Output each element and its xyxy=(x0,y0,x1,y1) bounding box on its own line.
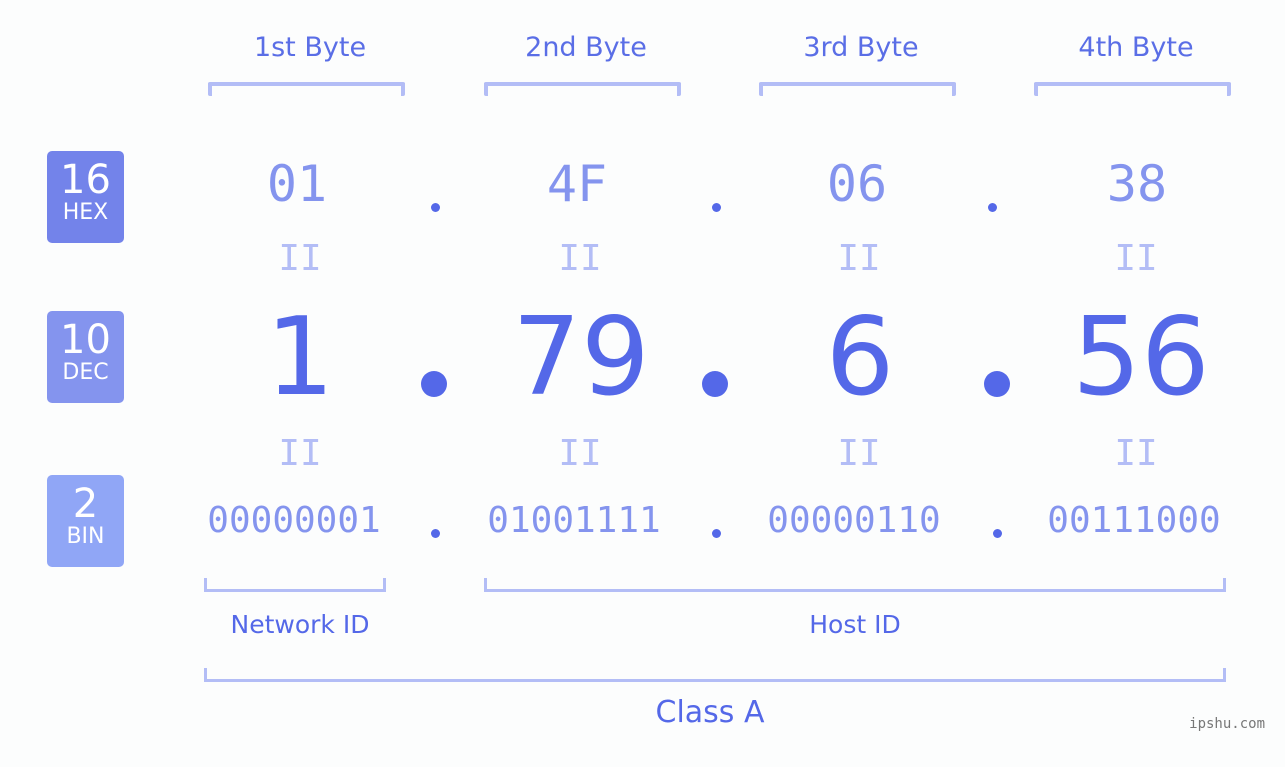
hex-value-1: 01 xyxy=(266,155,328,213)
equals-icon: II xyxy=(837,433,881,474)
byte-bracket-1 xyxy=(208,82,405,96)
hex-badge: 16 HEX xyxy=(47,151,124,243)
equals-icon: II xyxy=(278,433,322,474)
equals-icon: II xyxy=(1114,238,1158,279)
watermark: ipshu.com xyxy=(1189,716,1265,732)
byte-header-3: 3rd Byte xyxy=(803,32,919,63)
dec-value-4: 56 xyxy=(1072,295,1210,420)
dec-badge-label: DEC xyxy=(62,360,109,385)
equals-icon: II xyxy=(1114,433,1158,474)
equals-icon: II xyxy=(837,238,881,279)
byte-bracket-3 xyxy=(759,82,956,96)
dec-separator-dot-1 xyxy=(421,371,447,397)
host-id-label: Host ID xyxy=(809,610,901,639)
class-bracket xyxy=(204,668,1226,682)
hex-separator-dot-3 xyxy=(988,203,997,212)
bin-value-4: 00111000 xyxy=(1047,500,1221,541)
hex-value-2: 4F xyxy=(546,155,608,213)
class-label: Class A xyxy=(655,695,765,730)
dec-value-3: 6 xyxy=(825,295,895,420)
hex-separator-dot-1 xyxy=(431,203,440,212)
bin-separator-dot-3 xyxy=(993,529,1002,538)
network-id-label: Network ID xyxy=(230,610,370,639)
bin-separator-dot-2 xyxy=(712,529,721,538)
dec-separator-dot-3 xyxy=(984,371,1010,397)
dec-separator-dot-2 xyxy=(702,371,728,397)
bin-badge-number: 2 xyxy=(72,481,99,527)
hex-badge-number: 16 xyxy=(60,157,111,203)
bin-value-1: 00000001 xyxy=(207,500,381,541)
byte-header-2: 2nd Byte xyxy=(525,32,647,63)
byte-header-1: 1st Byte xyxy=(253,32,367,63)
byte-header-4: 4th Byte xyxy=(1078,32,1194,63)
bin-value-2: 01001111 xyxy=(487,500,661,541)
byte-bracket-4 xyxy=(1034,82,1231,96)
equals-icon: II xyxy=(558,433,602,474)
equals-icon: II xyxy=(278,238,322,279)
byte-bracket-2 xyxy=(484,82,681,96)
network-id-bracket xyxy=(204,578,386,592)
bin-badge: 2 BIN xyxy=(47,475,124,567)
hex-value-3: 06 xyxy=(826,155,888,213)
host-id-bracket xyxy=(484,578,1226,592)
bin-separator-dot-1 xyxy=(431,529,440,538)
bin-value-3: 00000110 xyxy=(767,500,941,541)
dec-value-2: 79 xyxy=(512,295,650,420)
bin-badge-label: BIN xyxy=(66,524,105,549)
dec-value-1: 1 xyxy=(265,295,335,420)
hex-badge-label: HEX xyxy=(62,200,109,225)
dec-badge: 10 DEC xyxy=(47,311,124,403)
hex-value-4: 38 xyxy=(1106,155,1168,213)
dec-badge-number: 10 xyxy=(60,317,111,363)
equals-icon: II xyxy=(558,238,602,279)
hex-separator-dot-2 xyxy=(712,203,721,212)
